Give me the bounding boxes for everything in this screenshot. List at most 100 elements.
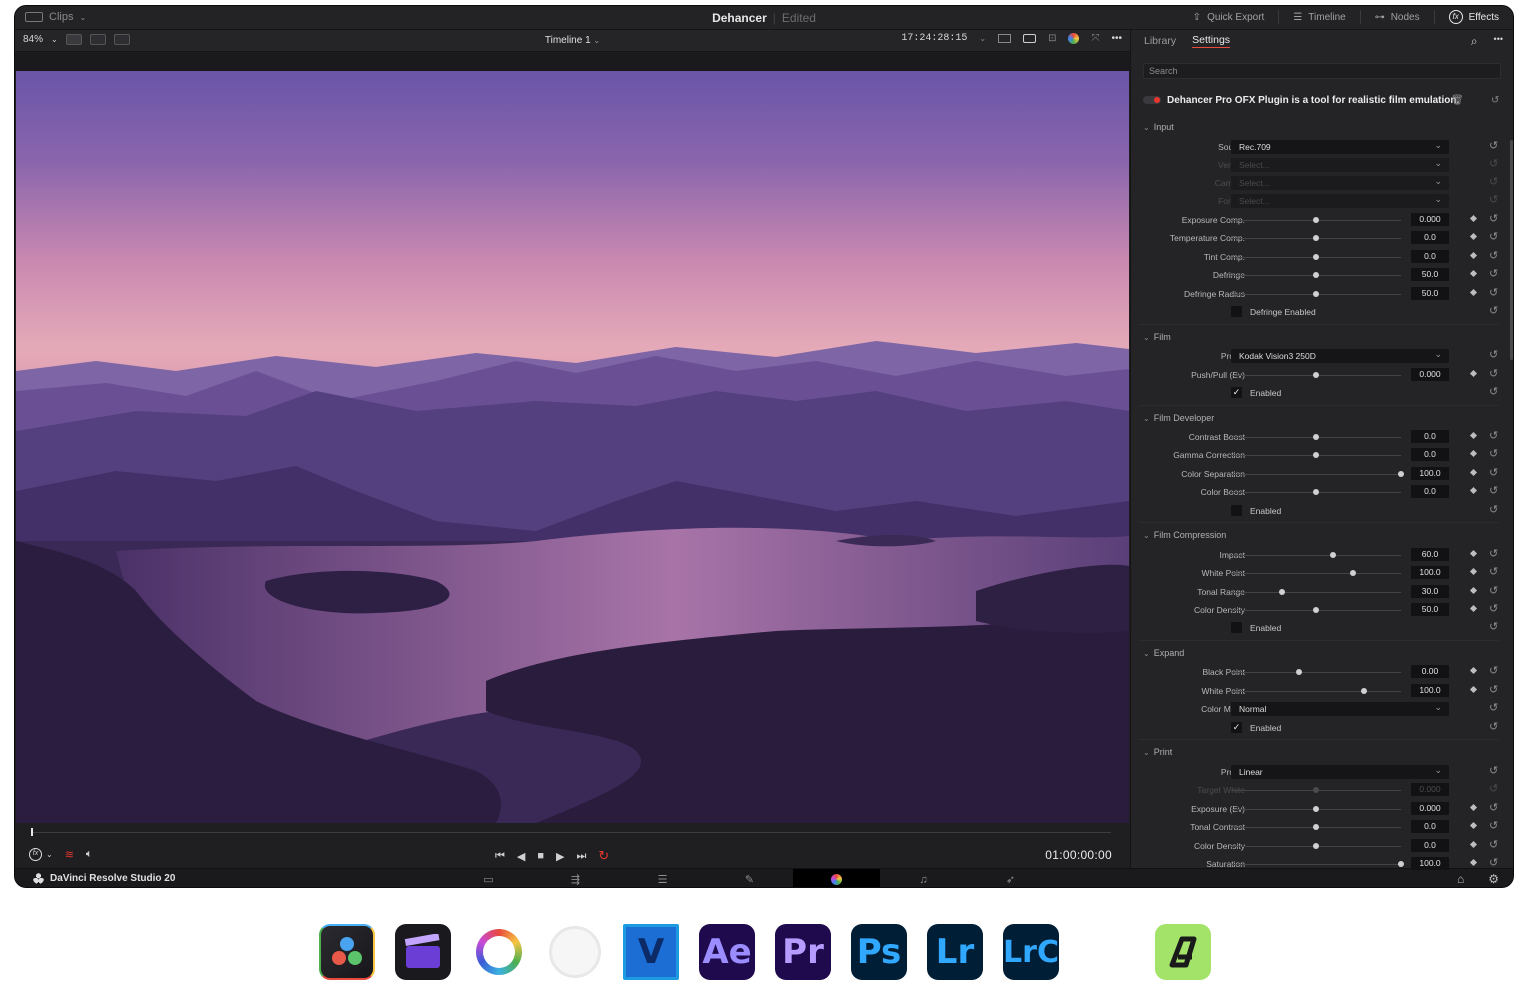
slider-knob[interactable] xyxy=(1350,570,1357,576)
slider-knob[interactable] xyxy=(1313,806,1319,812)
reset-icon[interactable]: ↺ xyxy=(1489,385,1498,398)
scrubber-track[interactable] xyxy=(31,832,1111,833)
keyframe-icon[interactable] xyxy=(1469,666,1478,675)
reset-icon[interactable]: ↺ xyxy=(1489,212,1498,225)
value-field[interactable]: 0.0 xyxy=(1411,430,1449,443)
value-field[interactable]: 0.0 xyxy=(1411,820,1449,833)
tab-deliver[interactable]: ➶ xyxy=(967,869,1054,887)
scrollbar[interactable] xyxy=(1510,140,1513,360)
camera-dropdown[interactable]: Select... ⌄ xyxy=(1231,176,1449,190)
keyframe-icon[interactable] xyxy=(1469,586,1478,595)
reset-icon[interactable]: ↺ xyxy=(1489,584,1498,597)
slider-knob[interactable] xyxy=(1398,861,1404,867)
keyframe-icon[interactable] xyxy=(1469,251,1478,260)
value-field[interactable]: 30.0 xyxy=(1411,585,1449,598)
reset-icon[interactable]: ↺ xyxy=(1489,447,1498,460)
trash-icon[interactable]: 🗑︎ xyxy=(1451,95,1464,106)
play-icon[interactable]: ▶ xyxy=(556,850,564,863)
gear-icon[interactable]: ⚙ xyxy=(1488,872,1499,886)
keyframe-icon[interactable] xyxy=(1469,486,1478,495)
search-icon[interactable]: ⌕ xyxy=(1471,34,1478,49)
value-field[interactable]: 0.000 xyxy=(1411,213,1449,226)
safe-area-icon[interactable] xyxy=(998,34,1012,43)
value-field[interactable]: 100.0 xyxy=(1411,467,1449,480)
reset-icon[interactable]: ↺ xyxy=(1489,175,1498,188)
reset-icon[interactable]: ↺ xyxy=(1489,304,1498,317)
search-input[interactable]: Search xyxy=(1143,63,1501,79)
keyframe-icon[interactable] xyxy=(1469,685,1478,694)
section-film-developer[interactable]: ⌄ Film Developer xyxy=(1143,409,1214,427)
reset-icon[interactable]: ↺ xyxy=(1489,801,1498,814)
keyframe-icon[interactable] xyxy=(1469,269,1478,278)
keyframe-icon[interactable] xyxy=(1469,567,1478,576)
chevron-down-icon[interactable]: ⌄ xyxy=(46,850,53,859)
slider-knob[interactable] xyxy=(1313,235,1319,241)
nodes-button[interactable]: ⊶ Nodes xyxy=(1371,12,1424,23)
reset-icon[interactable]: ↺ xyxy=(1489,466,1498,479)
keyframe-icon[interactable] xyxy=(1469,858,1478,867)
value-field[interactable]: 100.0 xyxy=(1411,566,1449,579)
chevron-down-icon[interactable]: ⌄ xyxy=(979,34,986,43)
reset-icon[interactable]: ↺ xyxy=(1489,856,1498,869)
more-options-icon[interactable]: ••• xyxy=(1111,33,1122,44)
slider-knob[interactable] xyxy=(1313,272,1319,278)
slider-knob[interactable] xyxy=(1313,843,1319,849)
reset-icon[interactable]: ↺ xyxy=(1489,620,1498,633)
slider-track[interactable] xyxy=(1231,592,1401,593)
transform-icon[interactable]: ⊡ xyxy=(1048,33,1056,44)
more-options-icon[interactable]: ••• xyxy=(1494,34,1503,49)
plugin-toggle[interactable] xyxy=(1143,96,1161,104)
slider-knob[interactable] xyxy=(1313,607,1319,613)
viewer-mode-icon[interactable] xyxy=(1023,34,1037,43)
keyframe-icon[interactable] xyxy=(1469,369,1478,378)
value-field[interactable]: 0.000 xyxy=(1411,802,1449,815)
home-icon[interactable]: ⌂ xyxy=(1457,872,1464,886)
reset-icon[interactable]: ↺ xyxy=(1489,157,1498,170)
skip-forward-icon[interactable]: ⏭︎ xyxy=(577,850,587,863)
vendor-dropdown[interactable]: Select... ⌄ xyxy=(1231,158,1449,172)
keyframe-icon[interactable] xyxy=(1469,288,1478,297)
section-print[interactable]: ⌄ Print xyxy=(1143,743,1172,761)
slider-knob[interactable] xyxy=(1360,688,1367,694)
reset-icon[interactable]: ↺ xyxy=(1489,565,1498,578)
tab-media[interactable]: ▭ xyxy=(445,869,532,887)
value-field[interactable]: 100.0 xyxy=(1411,684,1449,697)
value-field[interactable]: 0.0 xyxy=(1411,231,1449,244)
slider-knob[interactable] xyxy=(1313,434,1319,440)
film-enabled-checkbox[interactable]: ✓ xyxy=(1231,387,1242,398)
reset-icon[interactable]: ↺ xyxy=(1489,348,1498,361)
volume-icon[interactable]: 🔈︎ xyxy=(86,848,93,861)
reset-icon[interactable]: ↺ xyxy=(1489,764,1498,777)
playhead[interactable] xyxy=(31,828,33,836)
keyframe-icon[interactable] xyxy=(1469,803,1478,812)
slider-knob[interactable] xyxy=(1313,787,1319,793)
layers-icon[interactable]: ≋ xyxy=(65,848,74,861)
slider-track[interactable] xyxy=(1231,691,1401,692)
video-viewer[interactable] xyxy=(16,71,1129,823)
reset-icon[interactable]: ↺ xyxy=(1489,367,1498,380)
slider-knob[interactable] xyxy=(1296,669,1302,675)
reverse-icon[interactable]: ◀ xyxy=(517,850,525,863)
reset-icon[interactable]: ↺ xyxy=(1491,95,1499,106)
slider-knob[interactable] xyxy=(1313,254,1319,260)
slider-knob[interactable] xyxy=(1313,824,1319,830)
slider-track[interactable] xyxy=(1231,573,1401,574)
reset-icon[interactable]: ↺ xyxy=(1489,429,1498,442)
reset-icon[interactable]: ↺ xyxy=(1489,193,1498,206)
value-field[interactable]: 0.00 xyxy=(1411,665,1449,678)
value-field[interactable]: 60.0 xyxy=(1411,548,1449,561)
keyframe-icon[interactable] xyxy=(1469,449,1478,458)
reset-icon[interactable]: ↺ xyxy=(1489,819,1498,832)
slider-knob[interactable] xyxy=(1313,489,1319,495)
keyframe-icon[interactable] xyxy=(1469,431,1478,440)
value-field[interactable]: 50.0 xyxy=(1411,287,1449,300)
tab-library[interactable]: Library xyxy=(1144,35,1176,47)
tab-color[interactable] xyxy=(793,869,880,887)
expand-enabled-checkbox[interactable]: ✓ xyxy=(1231,722,1242,733)
reset-icon[interactable]: ↺ xyxy=(1489,547,1498,560)
slider-knob[interactable] xyxy=(1313,372,1319,378)
tab-settings[interactable]: Settings xyxy=(1192,34,1231,48)
developer-enabled-checkbox[interactable] xyxy=(1231,505,1242,516)
print-profile-dropdown[interactable]: Linear ⌄ xyxy=(1231,765,1449,779)
slider-track[interactable] xyxy=(1231,672,1401,673)
